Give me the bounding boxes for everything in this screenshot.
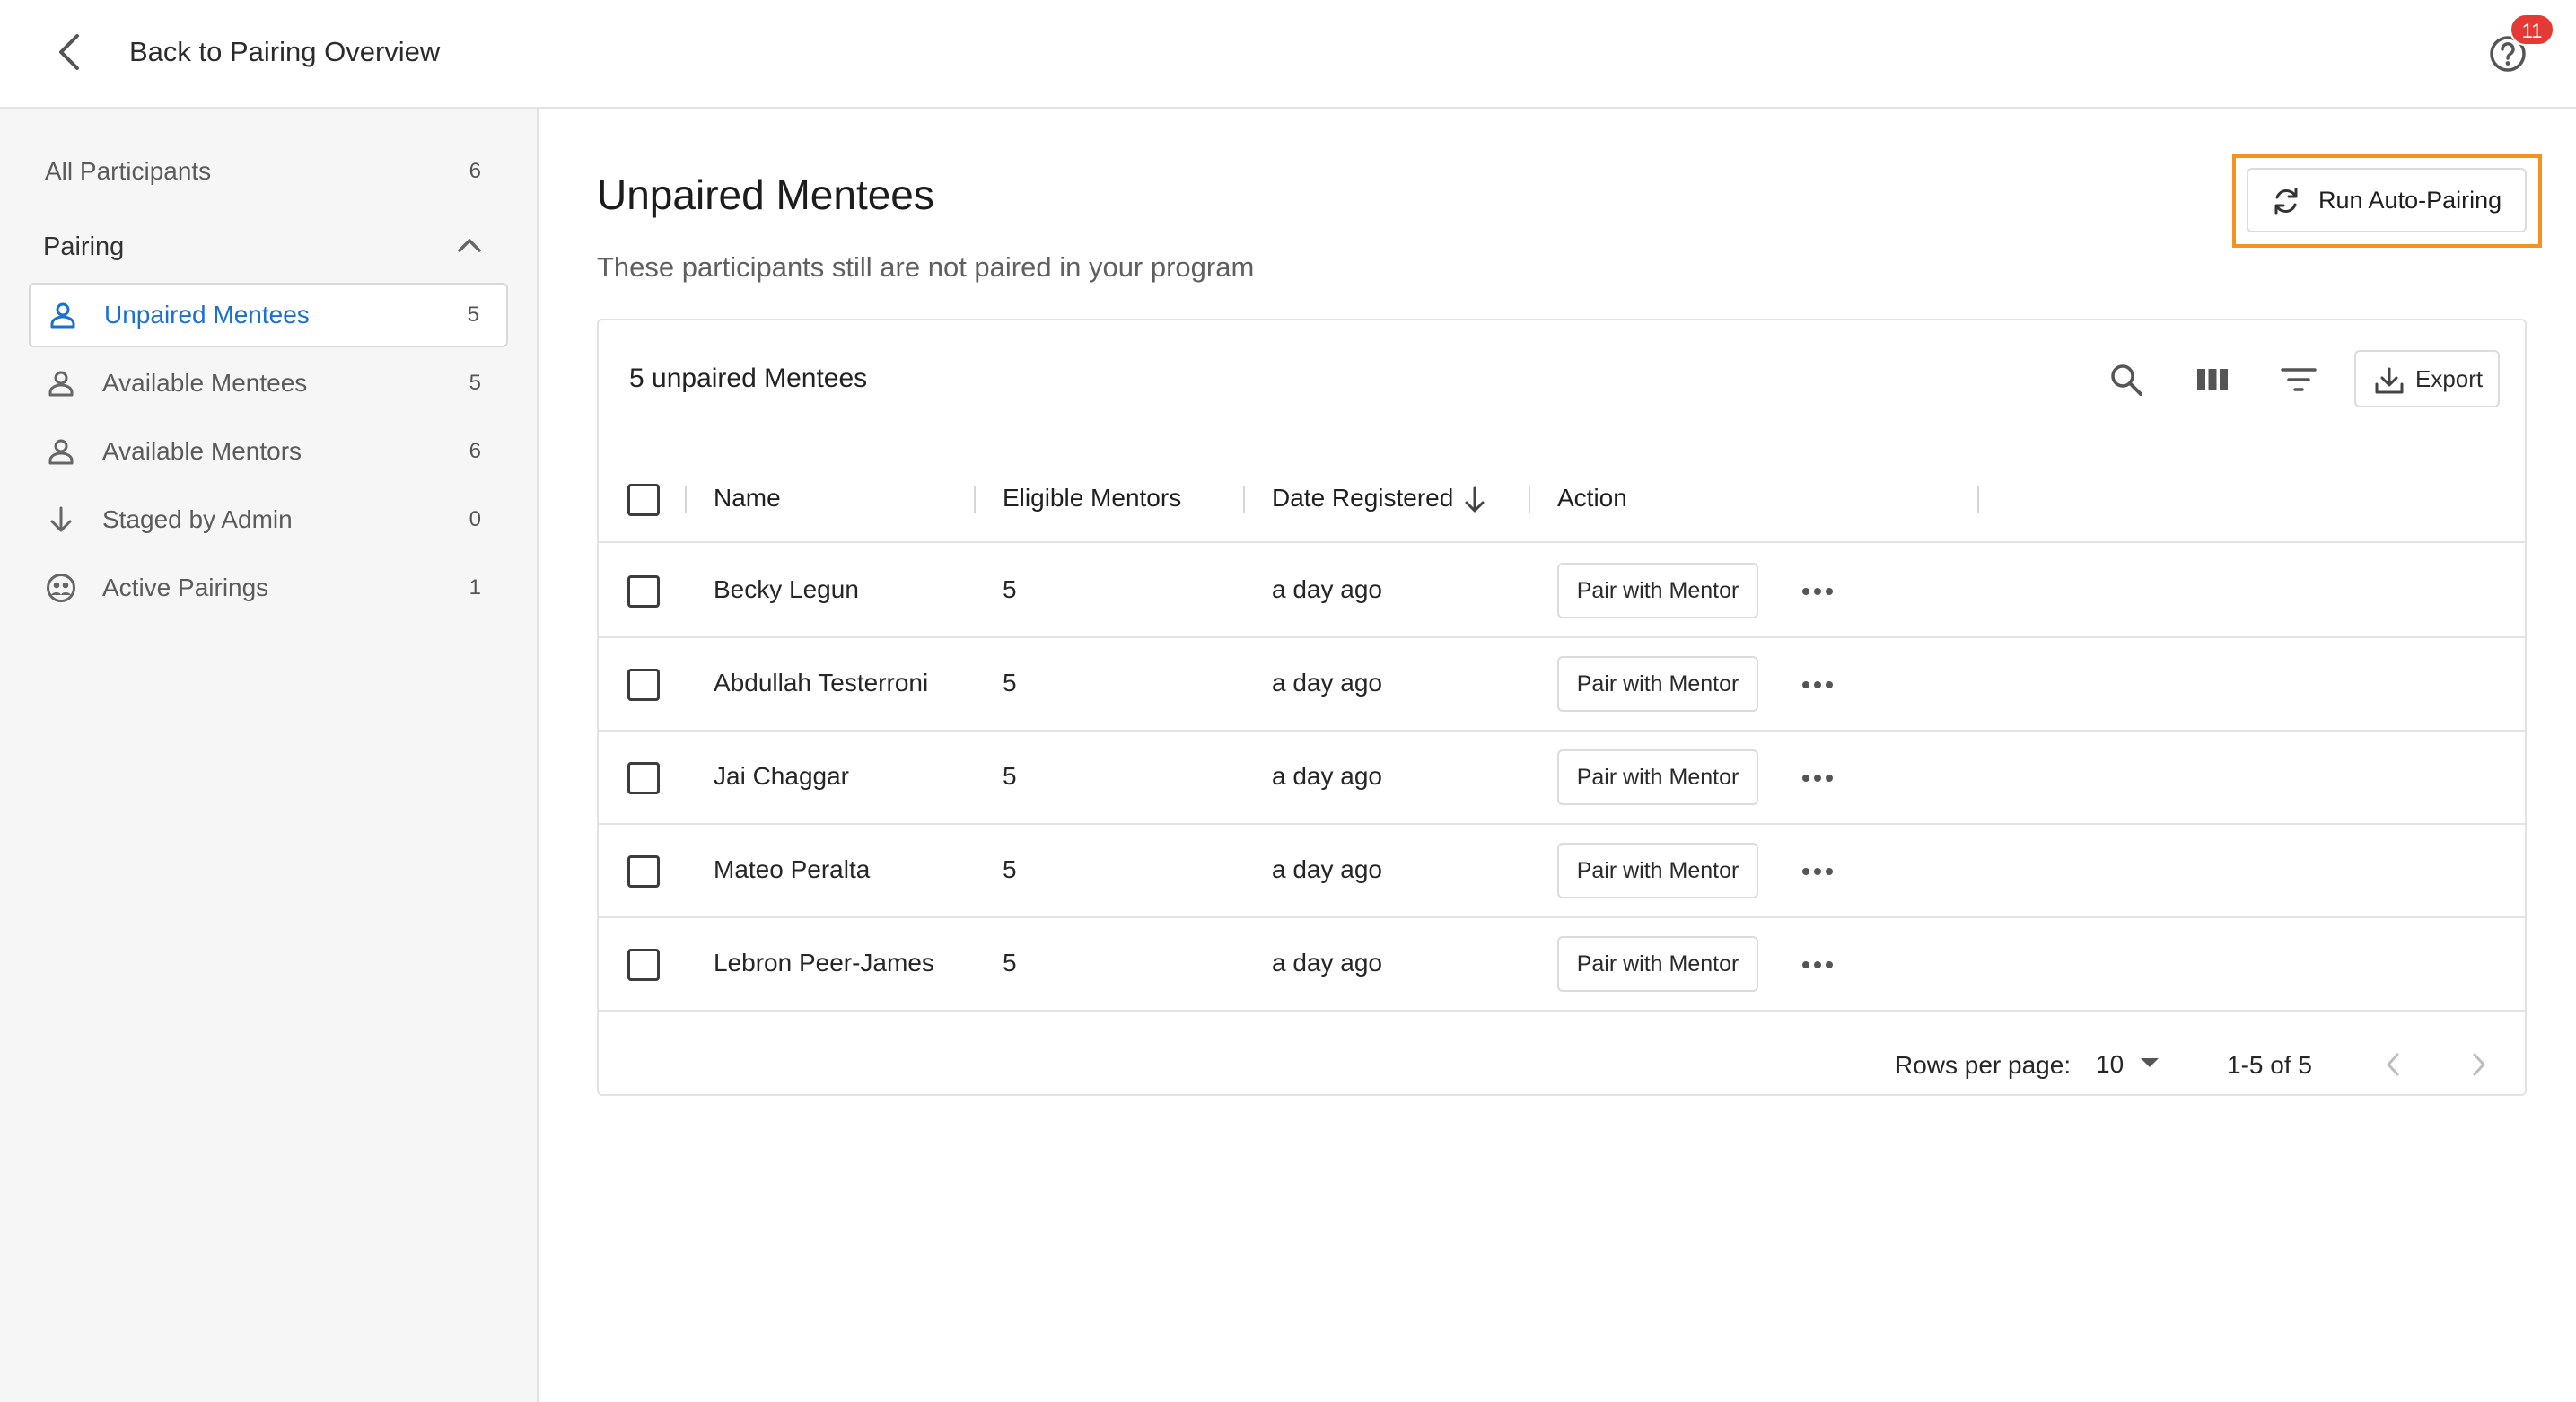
mentees-table-card: 5 unpaired Mentees Export Name Eligible … (597, 319, 2527, 1096)
cell-eligible-mentors: 5 (1003, 575, 1017, 603)
cell-date-registered: a day ago (1272, 855, 1382, 883)
pair-with-mentor-button[interactable]: Pair with Mentor (1557, 749, 1758, 805)
sidebar-item-available-mentees[interactable]: Available Mentees 5 (29, 351, 508, 416)
table-row: Mateo Peralta 5 a day ago Pair with Ment… (599, 825, 2525, 918)
cell-name: Mateo Peralta (714, 855, 871, 883)
table-row: Abdullah Testerroni 5 a day ago Pair wit… (599, 638, 2525, 732)
table-title: 5 unpaired Mentees (629, 364, 868, 393)
column-separator (1529, 486, 1530, 513)
pair-with-mentor-button[interactable]: Pair with Mentor (1557, 843, 1758, 898)
sidebar-item-staged-by-admin[interactable]: Staged by Admin 0 (29, 487, 508, 552)
arrow-down-icon (45, 504, 77, 536)
cell-eligible-mentors: 5 (1003, 949, 1017, 977)
select-all-checkbox[interactable] (627, 484, 660, 516)
sidebar-item-label: Active Pairings (102, 574, 269, 601)
sidebar-item-count: 5 (469, 371, 481, 395)
table-row: Becky Legun 5 a day ago Pair with Mentor (599, 545, 2525, 638)
sidebar-item-count: 0 (469, 507, 481, 531)
back-arrow-icon[interactable] (47, 27, 92, 77)
sort-arrow-down-icon[interactable] (1462, 486, 1487, 519)
more-options-icon[interactable] (1792, 940, 1843, 990)
back-to-overview-link[interactable]: Back to Pairing Overview (129, 34, 440, 70)
sync-icon (2270, 185, 2302, 222)
pair-with-mentor-button[interactable]: Pair with Mentor (1557, 936, 1758, 992)
filter-icon[interactable] (2274, 355, 2324, 405)
column-separator (685, 486, 687, 513)
sidebar-section-pairing[interactable]: Pairing (29, 215, 508, 279)
notification-badge: 11 (2510, 13, 2554, 46)
download-icon (2374, 366, 2405, 399)
cell-date-registered: a day ago (1272, 762, 1382, 790)
pagination-range: 1-5 of 5 (2227, 1051, 2312, 1079)
cell-name: Becky Legun (714, 575, 859, 603)
sidebar-item-available-mentors[interactable]: Available Mentors 6 (29, 419, 508, 484)
column-header-action: Action (1557, 484, 1627, 512)
sidebar-item-count: 5 (467, 302, 479, 327)
cell-date-registered: a day ago (1272, 575, 1382, 603)
sidebar-item-count: 1 (469, 575, 481, 600)
column-header-date-registered[interactable]: Date Registered (1272, 484, 1453, 513)
page-title: Unpaired Mentees (597, 171, 934, 218)
more-options-icon[interactable] (1792, 660, 1843, 710)
sidebar-item-unpaired-mentees[interactable]: Unpaired Mentees 5 (29, 283, 508, 347)
pair-with-mentor-button[interactable]: Pair with Mentor (1557, 563, 1758, 618)
table-pagination: Rows per page: 10 1-5 of 5 (599, 1031, 2525, 1094)
sidebar-item-count: 6 (469, 439, 481, 463)
row-checkbox[interactable] (627, 949, 660, 981)
previous-page-icon[interactable] (2372, 1044, 2414, 1085)
cell-name: Abdullah Testerroni (714, 669, 929, 697)
sidebar-item-all-participants[interactable]: All Participants 6 (29, 139, 508, 204)
person-icon (47, 299, 79, 331)
column-separator (974, 486, 976, 513)
cell-eligible-mentors: 5 (1003, 855, 1017, 883)
export-button[interactable]: Export (2354, 350, 2500, 407)
rows-per-page-value: 10 (2096, 1050, 2125, 1078)
person-icon (45, 435, 77, 468)
sidebar-item-label: Available Mentees (102, 369, 308, 397)
cell-eligible-mentors: 5 (1003, 669, 1017, 697)
rows-per-page-label: Rows per page: (1895, 1051, 2072, 1079)
cell-name: Lebron Peer-James (714, 949, 934, 977)
cell-name: Jai Chaggar (714, 762, 849, 790)
sidebar-item-label: Available Mentors (102, 437, 302, 465)
column-separator (1243, 486, 1245, 513)
page-subtitle: These participants still are not paired … (597, 251, 1255, 283)
next-page-icon[interactable] (2458, 1044, 2500, 1085)
row-checkbox[interactable] (627, 855, 660, 888)
more-options-icon[interactable] (1792, 846, 1843, 897)
pair-with-mentor-button[interactable]: Pair with Mentor (1557, 656, 1758, 712)
table-row: Jai Chaggar 5 a day ago Pair with Mentor (599, 732, 2525, 825)
rows-per-page-select[interactable]: 10 (2096, 1044, 2177, 1085)
column-header-name[interactable]: Name (714, 484, 781, 513)
sidebar: All Participants 6 Pairing Unpaired Ment… (0, 109, 539, 1402)
table-row: Lebron Peer-James 5 a day ago Pair with … (599, 918, 2525, 1012)
sidebar-item-label: All Participants (45, 157, 212, 185)
cell-eligible-mentors: 5 (1003, 762, 1017, 790)
export-label: Export (2415, 364, 2484, 392)
top-bar: Back to Pairing Overview 11 (0, 0, 2576, 109)
chevron-up-icon (456, 236, 483, 258)
caret-down-icon (2140, 1056, 2160, 1073)
run-auto-pairing-button[interactable]: Run Auto-Pairing (2247, 168, 2527, 232)
more-options-icon[interactable] (1792, 753, 1843, 803)
sidebar-item-label: Unpaired Mentees (104, 301, 310, 329)
columns-icon[interactable] (2187, 355, 2238, 405)
cell-date-registered: a day ago (1272, 949, 1382, 977)
sidebar-item-active-pairings[interactable]: Active Pairings 1 (29, 556, 508, 620)
cell-date-registered: a day ago (1272, 669, 1382, 697)
sidebar-item-count: 6 (469, 159, 481, 183)
row-checkbox[interactable] (627, 669, 660, 701)
pairing-icon (45, 572, 77, 604)
search-icon[interactable] (2101, 355, 2151, 405)
column-header-eligible-mentors[interactable]: Eligible Mentors (1003, 484, 1181, 513)
row-checkbox[interactable] (627, 762, 660, 794)
sidebar-section-label: Pairing (43, 232, 125, 261)
column-separator (1977, 486, 1979, 513)
table-header: Name Eligible Mentors Date Registered Ac… (599, 453, 2525, 543)
sidebar-item-label: Staged by Admin (102, 505, 293, 533)
more-options-icon[interactable] (1792, 566, 1843, 617)
row-checkbox[interactable] (627, 575, 660, 608)
person-icon (45, 367, 77, 399)
run-auto-pairing-label: Run Auto-Pairing (2318, 186, 2502, 214)
